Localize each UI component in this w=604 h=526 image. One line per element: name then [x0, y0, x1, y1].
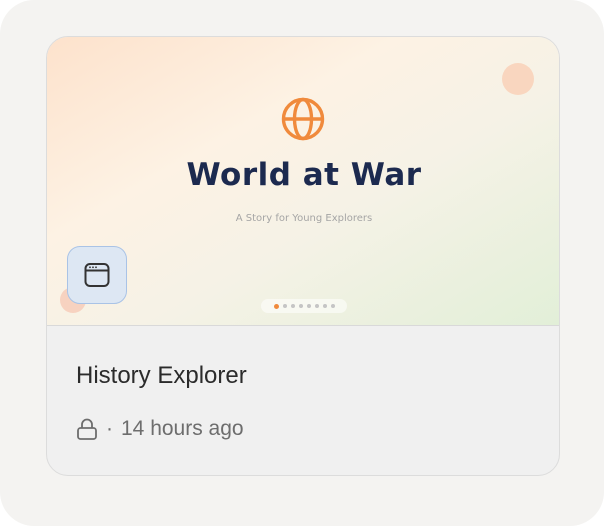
pager-dot[interactable]	[306, 304, 311, 308]
pager-dot[interactable]	[314, 304, 319, 308]
card-container: World at War A Story for Young Explorers	[0, 0, 604, 526]
lock-icon	[77, 418, 97, 440]
app-type-badge[interactable]	[67, 246, 127, 304]
meta-separator: ·	[106, 417, 113, 440]
pager-dot[interactable]	[298, 304, 303, 308]
app-window-icon	[84, 263, 110, 287]
card-meta: · 14 hours ago	[76, 417, 244, 441]
slide-title: World at War	[186, 157, 422, 193]
pager-dot[interactable]	[290, 304, 295, 308]
slide-subtitle: A Story for Young Explorers	[235, 213, 373, 224]
card-title[interactable]: History Explorer	[76, 362, 247, 390]
project-card[interactable]: World at War A Story for Young Explorers	[46, 36, 560, 476]
pager-dot[interactable]	[330, 304, 335, 308]
pager-dot[interactable]	[322, 304, 327, 308]
card-thumbnail[interactable]: World at War A Story for Young Explorers	[47, 37, 559, 326]
timestamp: 14 hours ago	[121, 417, 244, 440]
pager-dot[interactable]	[273, 303, 279, 309]
slide-pager[interactable]	[261, 299, 347, 313]
globe-icon	[281, 97, 325, 141]
pager-dot[interactable]	[282, 304, 287, 308]
decorative-circle	[502, 63, 534, 95]
